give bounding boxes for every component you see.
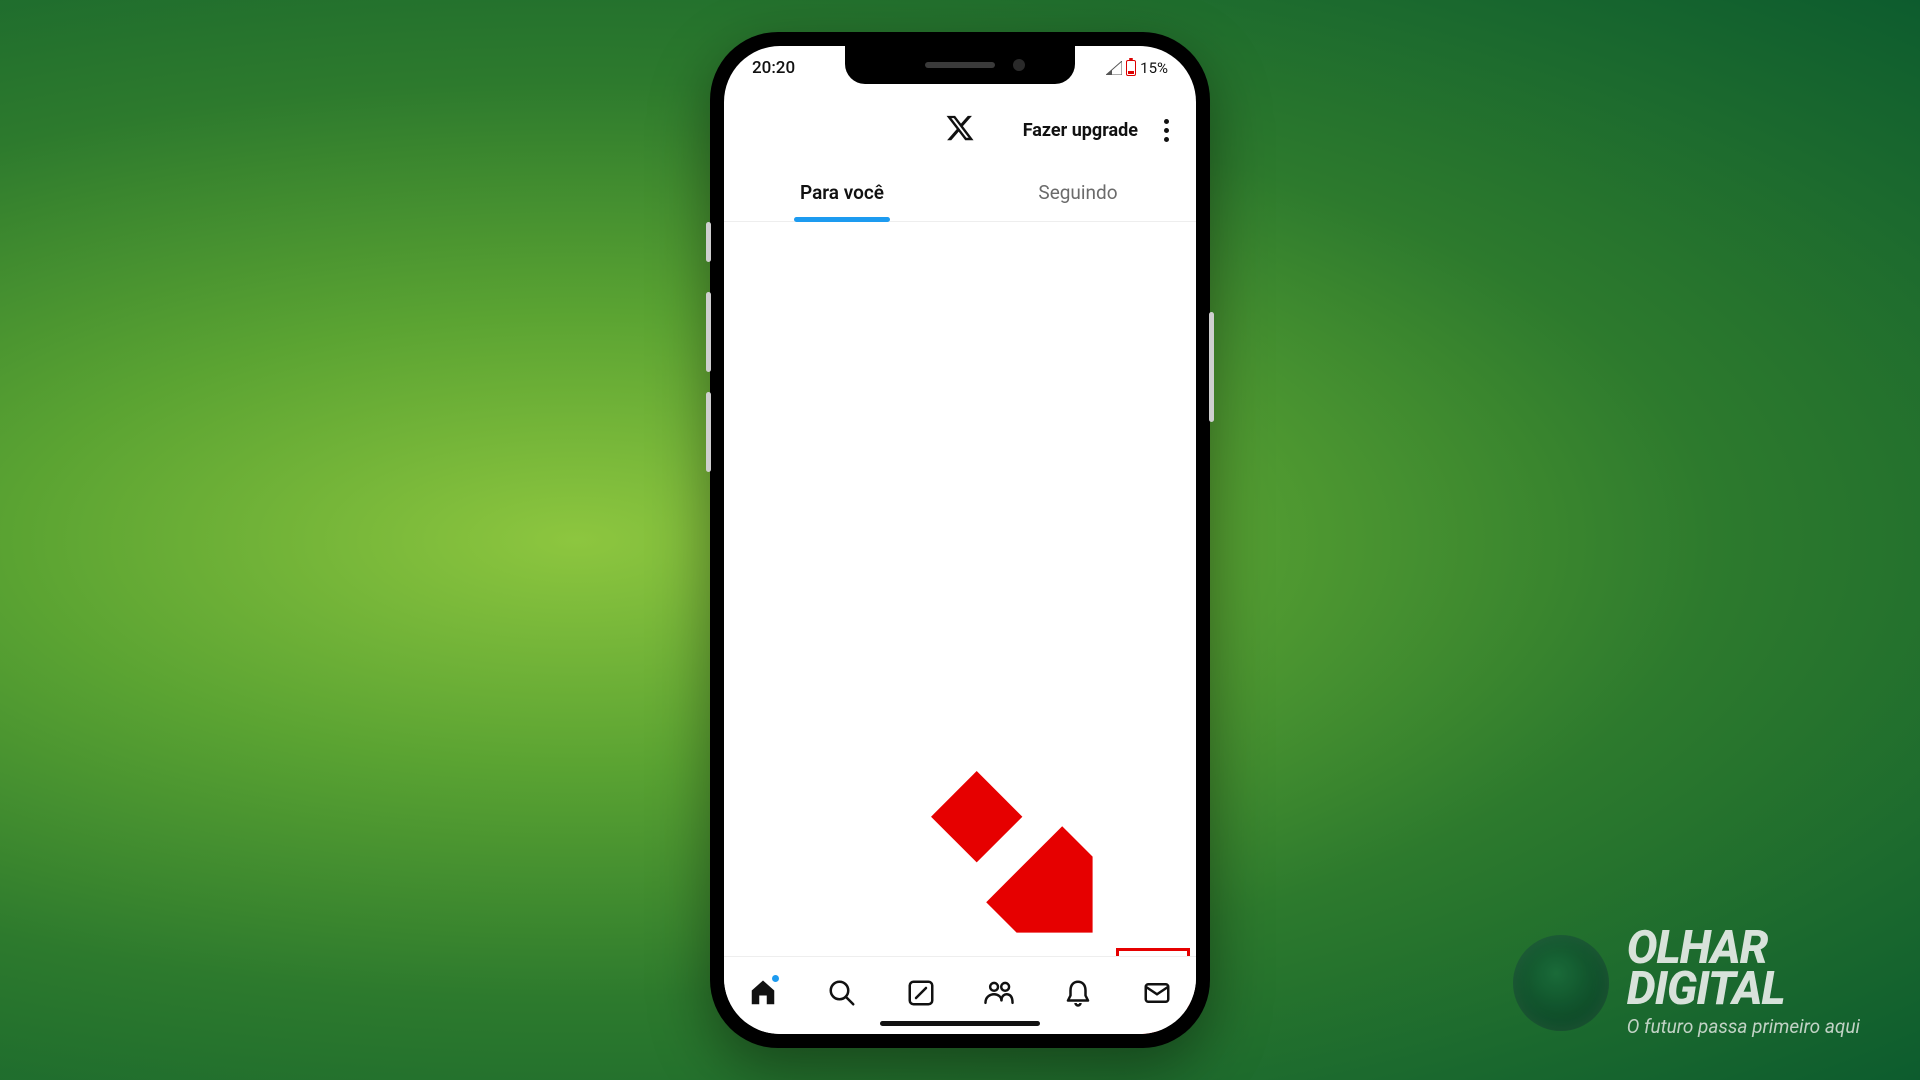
nav-messages[interactable]	[1135, 971, 1179, 1015]
status-right: 15%	[1106, 59, 1168, 77]
more-options-button[interactable]	[1154, 110, 1178, 150]
signal-icon	[1106, 61, 1122, 75]
bell-icon	[1063, 978, 1093, 1008]
tab-following[interactable]: Seguindo	[960, 164, 1196, 221]
x-logo-icon[interactable]	[945, 113, 975, 147]
battery-low-icon	[1126, 60, 1136, 76]
brand-name-line2: DIGITAL	[1627, 969, 1860, 1009]
app-header: Fazer upgrade	[724, 96, 1196, 164]
nav-grok[interactable]	[899, 971, 943, 1015]
battery-percent: 15%	[1140, 59, 1168, 77]
nav-communities[interactable]	[977, 971, 1021, 1015]
phone-notch	[845, 46, 1075, 84]
brand-globe-icon	[1513, 935, 1609, 1031]
volume-up-button	[706, 292, 711, 372]
home-icon	[748, 978, 778, 1008]
brand-watermark: OLHAR DIGITAL O futuro passa primeiro aq…	[1513, 928, 1860, 1038]
tab-for-you[interactable]: Para você	[724, 164, 960, 221]
tab-for-you-label: Para você	[800, 181, 884, 204]
mute-switch	[706, 222, 711, 262]
feed-tabs: Para você Seguindo	[724, 164, 1196, 222]
feed-content[interactable]	[724, 222, 1196, 956]
tab-following-label: Seguindo	[1038, 181, 1117, 204]
power-button	[1209, 312, 1214, 422]
upgrade-button[interactable]: Fazer upgrade	[1023, 120, 1138, 141]
phone-mockup: 20:20 15% Fazer upgrade Para vo	[710, 32, 1210, 1048]
phone-screen: 20:20 15% Fazer upgrade Para vo	[724, 46, 1196, 1034]
nav-notifications[interactable]	[1056, 971, 1100, 1015]
brand-tagline: O futuro passa primeiro aqui	[1627, 1015, 1860, 1038]
envelope-icon	[1142, 978, 1172, 1008]
search-icon	[827, 978, 857, 1008]
communities-icon	[983, 978, 1015, 1008]
grok-icon	[906, 978, 936, 1008]
status-time: 20:20	[752, 58, 795, 78]
nav-search[interactable]	[820, 971, 864, 1015]
volume-down-button	[706, 392, 711, 472]
home-indicator[interactable]	[880, 1021, 1040, 1026]
nav-home[interactable]	[741, 971, 785, 1015]
